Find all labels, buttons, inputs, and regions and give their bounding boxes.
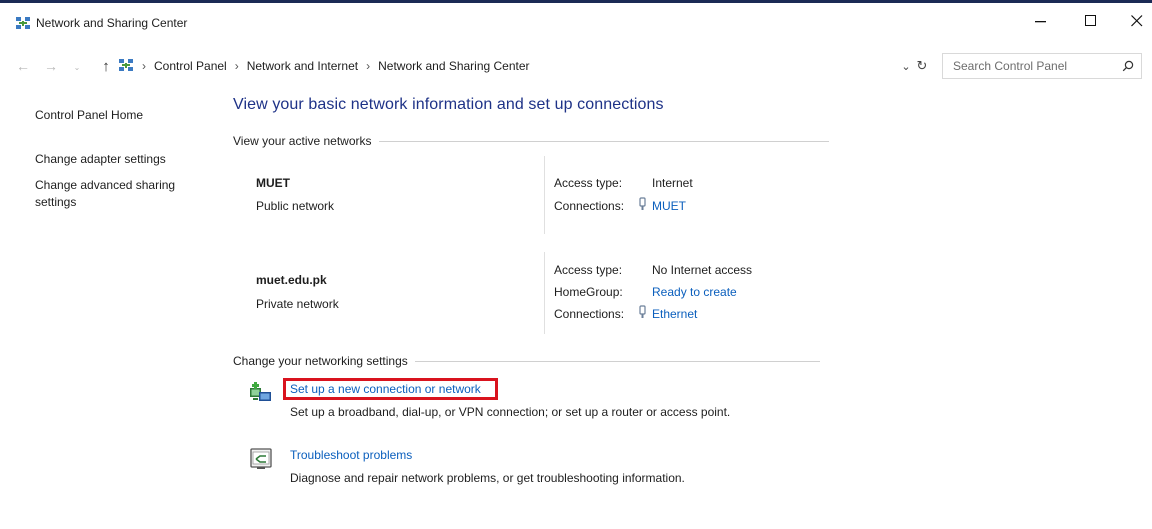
sidebar-item-change-advanced-sharing-settings[interactable]: Change advanced sharing settings bbox=[35, 177, 190, 211]
wifi-adapter-icon bbox=[637, 197, 648, 211]
network-name: MUET bbox=[256, 176, 290, 190]
access-type-label: Access type: bbox=[554, 263, 623, 277]
access-type-value: Internet bbox=[652, 176, 693, 190]
forward-button[interactable]: → bbox=[41, 56, 61, 76]
up-button[interactable]: ↑ bbox=[96, 56, 116, 76]
window-title: Network and Sharing Center bbox=[36, 16, 188, 30]
breadcrumb-network-and-sharing-center[interactable]: Network and Sharing Center bbox=[378, 59, 529, 73]
control-panel-icon[interactable] bbox=[118, 58, 134, 73]
networking-settings-heading: Change your networking settings bbox=[233, 354, 820, 368]
set-up-new-connection-description: Set up a broadband, dial-up, or VPN conn… bbox=[290, 405, 731, 419]
title-bar[interactable]: Network and Sharing Center bbox=[0, 3, 1152, 43]
breadcrumb: › Control Panel › Network and Internet ›… bbox=[118, 58, 530, 73]
breadcrumb-separator-icon[interactable]: › bbox=[142, 59, 146, 73]
address-history-chevron-icon[interactable]: ⌄ bbox=[898, 57, 914, 75]
section-divider bbox=[378, 140, 829, 142]
troubleshoot-problems-description: Diagnose and repair network problems, or… bbox=[290, 471, 685, 485]
maximize-button[interactable] bbox=[1068, 3, 1114, 39]
recent-locations-button[interactable]: ⌄ bbox=[67, 57, 87, 77]
breadcrumb-separator-icon[interactable]: › bbox=[366, 59, 370, 73]
page-title: View your basic network information and … bbox=[233, 96, 664, 113]
network-name: muet.edu.pk bbox=[256, 273, 327, 287]
address-bar[interactable]: › Control Panel › Network and Internet ›… bbox=[114, 54, 931, 78]
homegroup-label: HomeGroup: bbox=[554, 285, 623, 299]
set-up-new-connection-link[interactable]: Set up a new connection or network bbox=[290, 382, 481, 396]
network-divider bbox=[544, 252, 545, 334]
navigation-bar: ← → ⌄ ↑ › Control Panel › Network and In… bbox=[0, 50, 1152, 82]
network-divider bbox=[544, 156, 545, 234]
search-box[interactable] bbox=[942, 53, 1142, 79]
section-divider bbox=[414, 360, 820, 362]
access-type-label: Access type: bbox=[554, 176, 623, 190]
search-icon[interactable] bbox=[1119, 57, 1137, 75]
new-connection-icon[interactable] bbox=[249, 381, 273, 405]
network-category: Public network bbox=[256, 199, 335, 213]
homegroup-link[interactable]: Ready to create bbox=[652, 285, 737, 299]
breadcrumb-separator-icon[interactable]: › bbox=[235, 59, 239, 73]
search-input[interactable] bbox=[943, 54, 1113, 78]
troubleshoot-icon[interactable] bbox=[249, 447, 273, 471]
refresh-icon[interactable]: ↻ bbox=[914, 57, 930, 75]
breadcrumb-network-and-internet[interactable]: Network and Internet bbox=[247, 59, 358, 73]
close-button[interactable] bbox=[1114, 3, 1152, 39]
sidebar-item-control-panel-home[interactable]: Control Panel Home bbox=[35, 108, 143, 122]
active-networks-heading: View your active networks bbox=[233, 134, 829, 148]
active-networks-heading-label: View your active networks bbox=[233, 134, 372, 148]
connections-label: Connections: bbox=[554, 199, 625, 213]
networking-settings-heading-label: Change your networking settings bbox=[233, 354, 408, 368]
connections-label: Connections: bbox=[554, 307, 625, 321]
network-category: Private network bbox=[256, 297, 339, 311]
access-type-value: No Internet access bbox=[652, 263, 753, 277]
breadcrumb-control-panel[interactable]: Control Panel bbox=[154, 59, 227, 73]
connection-link-ethernet[interactable]: Ethernet bbox=[652, 307, 697, 321]
connection-link-muet[interactable]: MUET bbox=[652, 199, 686, 213]
minimize-button[interactable] bbox=[1018, 3, 1064, 39]
sidebar-item-change-adapter-settings[interactable]: Change adapter settings bbox=[35, 151, 190, 168]
troubleshoot-problems-link[interactable]: Troubleshoot problems bbox=[290, 448, 412, 462]
ethernet-adapter-icon bbox=[637, 305, 648, 319]
back-button[interactable]: ← bbox=[13, 56, 33, 76]
network-and-sharing-icon bbox=[15, 16, 31, 31]
